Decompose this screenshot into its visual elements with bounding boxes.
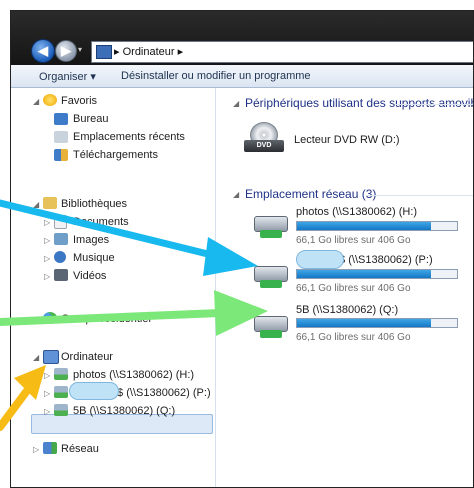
blue-arrow xyxy=(0,199,258,276)
annotation-arrows xyxy=(0,199,268,431)
green-arrow xyxy=(0,290,268,336)
yellow-arrow xyxy=(0,365,46,431)
